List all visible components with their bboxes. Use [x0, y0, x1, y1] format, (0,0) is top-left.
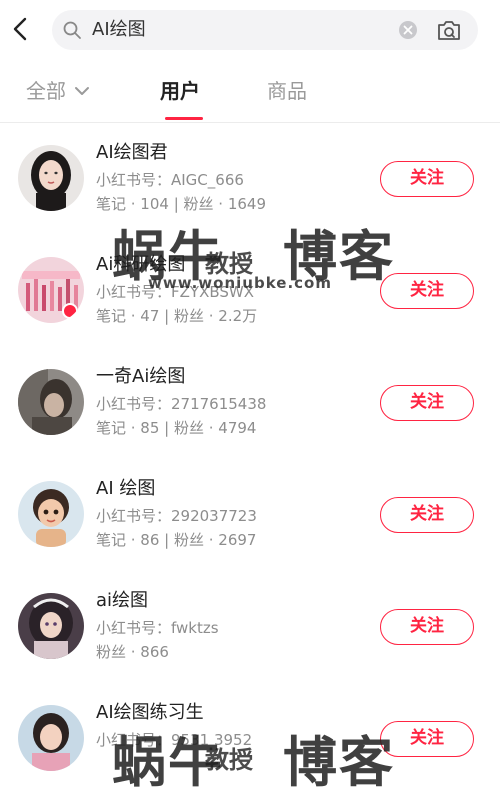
user-name[interactable]: Ai科研绘图: [96, 252, 185, 278]
user-name[interactable]: ai绘图: [96, 588, 148, 614]
user-id: 小红书号：292037723: [96, 507, 257, 525]
user-name[interactable]: AI绘图君: [96, 140, 168, 166]
avatar[interactable]: [18, 145, 84, 211]
user-id: 小红书号：FZYXBSWX: [96, 283, 254, 301]
user-id: 小红书号：2717615438: [96, 395, 267, 413]
search-icon: [63, 21, 81, 39]
chevron-left-icon: [13, 17, 27, 41]
chevron-down-icon: [75, 87, 89, 95]
avatar-image: [18, 705, 84, 771]
user-name[interactable]: AI 绘图: [96, 476, 155, 502]
user-row[interactable]: AI 绘图 小红书号：292037723 笔记 · 86 | 粉丝 · 2697…: [0, 459, 500, 571]
user-id: 小红书号：9531 3952: [96, 731, 253, 749]
follow-button[interactable]: 关注: [380, 721, 474, 757]
back-button[interactable]: [8, 12, 32, 46]
tab-users[interactable]: 用户: [160, 77, 200, 105]
user-stats: 笔记 · 86 | 粉丝 · 2697: [96, 531, 257, 549]
user-id: 小红书号：AIGC_666: [96, 171, 244, 189]
top-bar: AI绘图: [0, 0, 500, 60]
tab-bar: 全部 用户 商品: [0, 60, 500, 123]
tab-goods[interactable]: 商品: [267, 77, 307, 105]
user-stats: 笔记 · 104 | 粉丝 · 1649: [96, 195, 267, 213]
active-tab-indicator: [165, 117, 203, 120]
user-row[interactable]: AI绘图君 小红书号：AIGC_666 笔记 · 104 | 粉丝 · 1649…: [0, 123, 500, 235]
clear-icon[interactable]: [398, 20, 418, 40]
follow-button[interactable]: 关注: [380, 609, 474, 645]
avatar[interactable]: [18, 257, 84, 323]
camera-icon[interactable]: [436, 18, 462, 42]
user-row[interactable]: Ai科研绘图 小红书号：FZYXBSWX 笔记 · 47 | 粉丝 · 2.2万…: [0, 235, 500, 347]
follow-button[interactable]: 关注: [380, 161, 474, 197]
user-stats: 笔记 · 85 | 粉丝 · 4794: [96, 419, 257, 437]
user-id: 小红书号：fwktzs: [96, 619, 219, 637]
avatar-image: [18, 257, 84, 323]
avatar-image: [18, 145, 84, 211]
user-row[interactable]: 一奇Ai绘图 小红书号：2717615438 笔记 · 85 | 粉丝 · 47…: [0, 347, 500, 459]
tab-all-label: 全部: [26, 79, 66, 103]
follow-button[interactable]: 关注: [380, 497, 474, 533]
user-stats: 笔记 · 47 | 粉丝 · 2.2万: [96, 307, 258, 325]
avatar-image: [18, 481, 84, 547]
avatar[interactable]: [18, 369, 84, 435]
tab-users-label: 用户: [160, 79, 200, 103]
follow-button[interactable]: 关注: [380, 385, 474, 421]
user-name[interactable]: AI绘图练习生: [96, 700, 204, 726]
search-query-text: AI绘图: [92, 19, 146, 40]
user-name[interactable]: 一奇Ai绘图: [96, 364, 185, 390]
avatar-image: [18, 369, 84, 435]
avatar-image: [18, 593, 84, 659]
tab-goods-label: 商品: [267, 79, 307, 103]
tab-all[interactable]: 全部: [26, 77, 90, 105]
user-row[interactable]: ai绘图 小红书号：fwktzs 粉丝 · 866 关注: [0, 571, 500, 683]
user-list: AI绘图君 小红书号：AIGC_666 笔记 · 104 | 粉丝 · 1649…: [0, 123, 500, 795]
search-input[interactable]: AI绘图: [52, 10, 478, 50]
user-row[interactable]: AI绘图练习生 小红书号：9531 3952 关注: [0, 683, 500, 795]
user-stats: 粉丝 · 866: [96, 643, 169, 661]
avatar[interactable]: [18, 593, 84, 659]
follow-button[interactable]: 关注: [380, 273, 474, 309]
avatar[interactable]: [18, 705, 84, 771]
avatar[interactable]: [18, 481, 84, 547]
